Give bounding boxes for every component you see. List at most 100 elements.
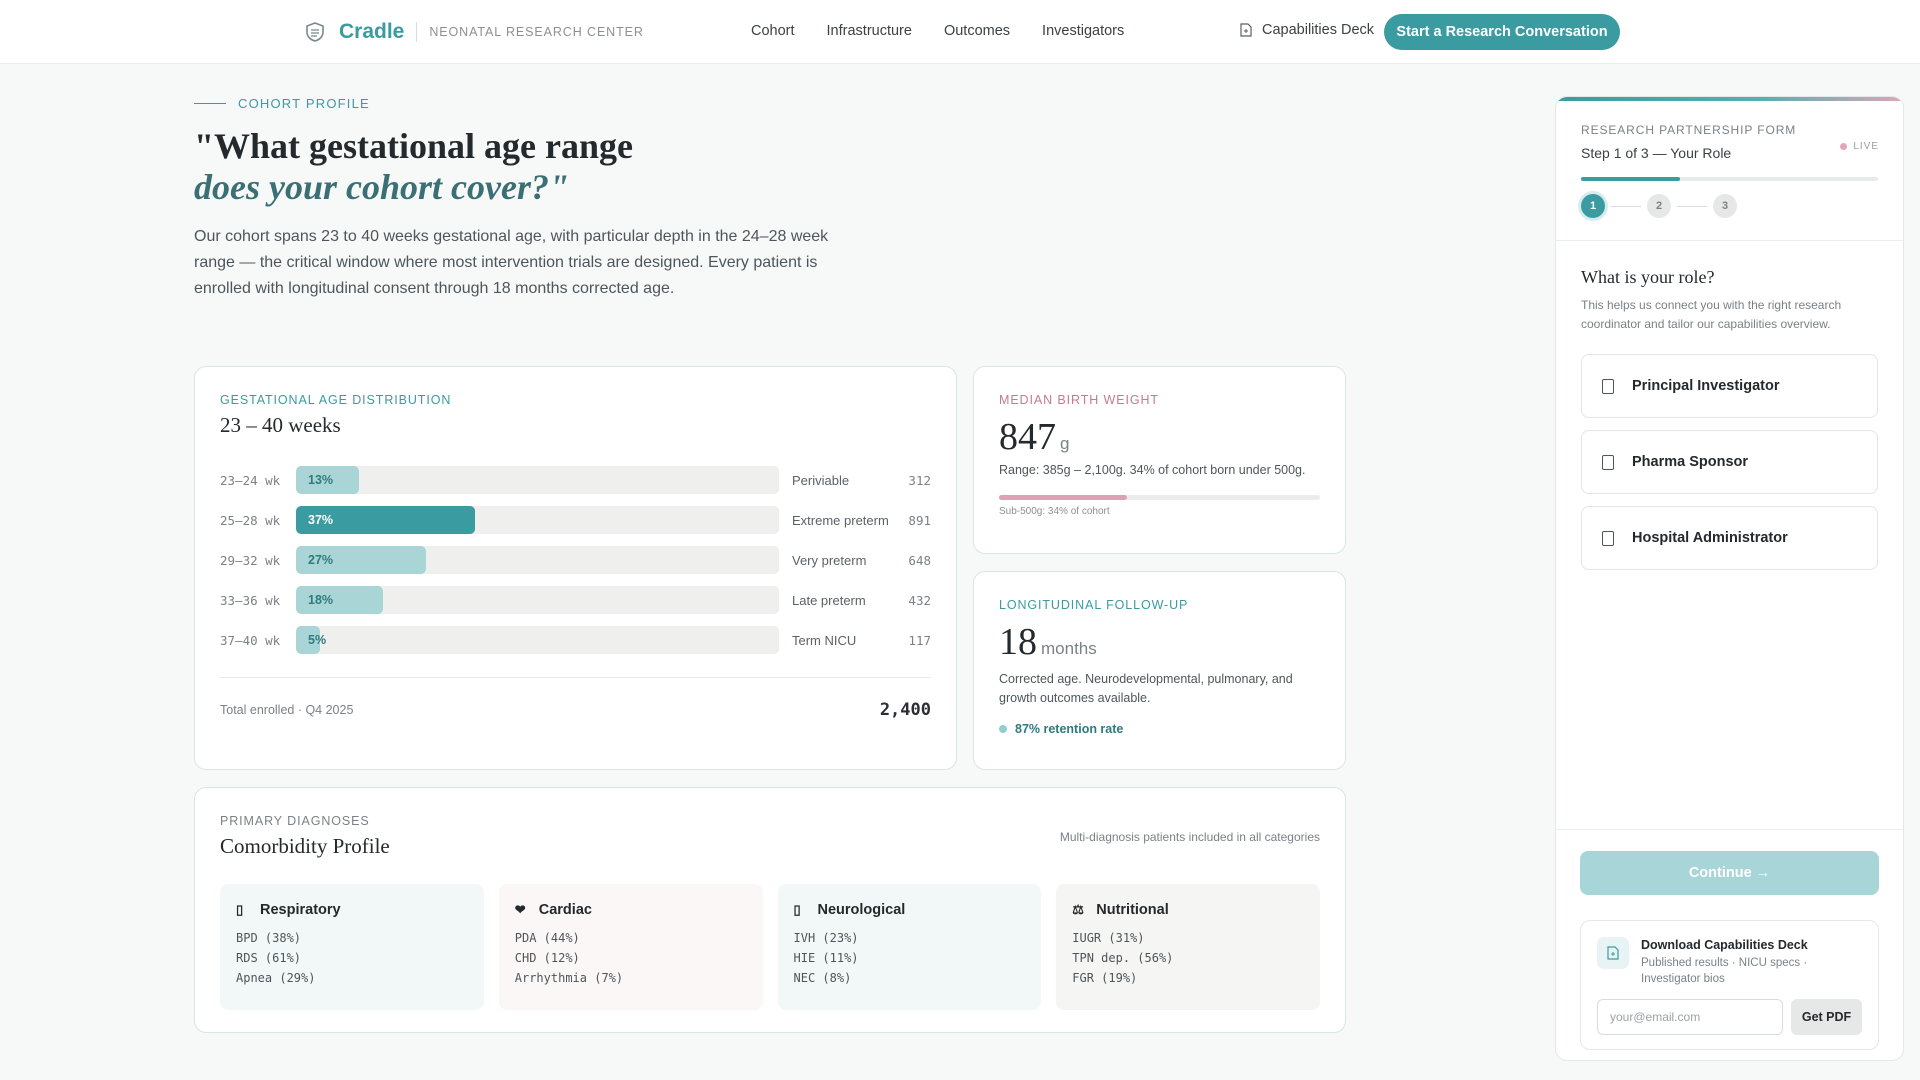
patient-count: 312 bbox=[908, 472, 931, 488]
pdf-document-icon bbox=[1597, 937, 1629, 969]
eyebrow-rule bbox=[194, 103, 226, 104]
capabilities-deck-link[interactable]: Capabilities Deck bbox=[1240, 22, 1374, 38]
distribution-bar-track: 18% bbox=[296, 586, 779, 614]
start-conversation-button[interactable]: Start a Research Conversation bbox=[1384, 14, 1620, 50]
distribution-row: 33–36 wk 18% Late preterm 432 bbox=[220, 580, 931, 620]
distribution-bar: 18% bbox=[296, 586, 383, 614]
category-label: Extreme preterm bbox=[792, 512, 889, 528]
diagnosis-groups: ▯ Respiratory BPD (38%) RDS (61%) Apnea (29%… bbox=[220, 884, 1320, 1010]
live-dot-icon bbox=[1840, 143, 1848, 150]
week-range-label: 25–28 wk bbox=[220, 512, 281, 528]
download-deck-subtitle: Published results · NICU specs · Investi… bbox=[1641, 957, 1808, 985]
distribution-row: 29–32 wk 27% Very preterm 648 bbox=[220, 540, 931, 580]
distribution-footer: Total enrolled · Q4 2025 2,400 bbox=[220, 677, 931, 720]
email-input[interactable] bbox=[1597, 999, 1783, 1035]
week-range-label: 23–24 wk bbox=[220, 472, 281, 488]
total-enrolled-label: Total enrolled · Q4 2025 bbox=[220, 703, 354, 717]
form-eyebrow: RESEARCH PARTNERSHIP FORM bbox=[1581, 123, 1797, 137]
patient-count: 432 bbox=[908, 592, 931, 608]
form-header: RESEARCH PARTNERSHIP FORM LIVE Step 1 of… bbox=[1556, 101, 1903, 161]
role-question: What is your role? This helps us connect… bbox=[1556, 241, 1903, 334]
diagnosis-group-neurological: ▯ Neurological IVH (23%) HIE (11%) NEC (8%) bbox=[777, 884, 1042, 1010]
role-options: Principal Investigator Pharma Sponsor Ho… bbox=[1556, 334, 1903, 570]
diagnosis-group-header: ❤ Cardiac bbox=[515, 902, 747, 918]
diagnosis-item: FGR (19%) bbox=[1072, 971, 1138, 985]
role-option-principal-investigator[interactable]: Principal Investigator bbox=[1581, 354, 1878, 418]
step-3[interactable]: 3 bbox=[1713, 194, 1737, 218]
step-1[interactable]: 1 bbox=[1581, 194, 1605, 218]
diagnosis-group-name: Cardiac bbox=[538, 902, 592, 918]
sub500-bar-fill bbox=[999, 495, 1128, 500]
diagnosis-list: IVH (23%) HIE (11%) NEC (8%) bbox=[794, 928, 1026, 988]
role-option-pharma-sponsor[interactable]: Pharma Sponsor bbox=[1581, 430, 1878, 494]
retention-badge: 87% retention rate bbox=[999, 722, 1320, 736]
diagnosis-group-name: Nutritional bbox=[1096, 902, 1169, 918]
diagnosis-group-name: Respiratory bbox=[260, 902, 341, 918]
step-connector bbox=[1677, 205, 1707, 207]
partnership-form-panel: RESEARCH PARTNERSHIP FORM LIVE Step 1 of… bbox=[1555, 96, 1904, 1061]
role-option-label: Principal Investigator bbox=[1632, 378, 1780, 394]
diagnosis-group-header: ▯ Neurological bbox=[794, 902, 1026, 918]
diagnosis-item: Arrhythmia (7%) bbox=[514, 971, 624, 985]
diagnosis-group-name: Neurological bbox=[817, 902, 906, 918]
nav-link-infrastructure[interactable]: Infrastructure bbox=[827, 23, 912, 39]
followup-description: Corrected age. Neurodevelopmental, pulmo… bbox=[999, 672, 1293, 705]
distribution-bar: 27% bbox=[296, 546, 427, 574]
diagnosis-item: HIE (11%) bbox=[793, 951, 859, 965]
form-step-label: Step 1 of 3 — Your Role bbox=[1581, 145, 1732, 161]
brand-name: Cradle bbox=[339, 20, 405, 43]
diagnosis-item: RDS (61%) bbox=[236, 951, 302, 965]
role-question-description: This helps us connect you with the right… bbox=[1581, 298, 1842, 331]
hero-description: Our cohort spans 23 to 40 weeks gestatio… bbox=[194, 228, 829, 297]
checkbox-icon bbox=[1602, 454, 1614, 470]
diagnosis-item: CHD (12%) bbox=[514, 951, 580, 965]
diagnosis-item: NEC (8%) bbox=[793, 971, 852, 985]
followup-eyebrow: LONGITUDINAL FOLLOW-UP bbox=[999, 598, 1189, 612]
diagnoses-note: Multi-diagnosis patients included in all… bbox=[1059, 830, 1320, 844]
diagnosis-group-cardiac: ❤ Cardiac PDA (44%) CHD (12%) Arrhythmia (7%… bbox=[498, 884, 763, 1010]
role-option-label: Hospital Administrator bbox=[1632, 530, 1788, 546]
retention-label: 87% retention rate bbox=[1015, 722, 1124, 736]
birth-weight-number: 847 bbox=[999, 416, 1056, 458]
nav-link-outcomes[interactable]: Outcomes bbox=[944, 23, 1010, 39]
role-option-hospital-administrator[interactable]: Hospital Administrator bbox=[1581, 506, 1878, 570]
retention-dot-icon bbox=[999, 725, 1007, 733]
distribution-row: 23–24 wk 13% Periviable 312 bbox=[220, 460, 931, 500]
diagnosis-group-header: ⚖ Nutritional bbox=[1072, 902, 1304, 918]
brand-divider bbox=[416, 22, 418, 42]
nav-links: Cohort Infrastructure Outcomes Investiga… bbox=[751, 23, 1124, 39]
download-deck-title: Download Capabilities Deck bbox=[1641, 938, 1808, 952]
live-badge: LIVE bbox=[1840, 141, 1879, 152]
followup-unit: months bbox=[1041, 639, 1097, 658]
download-form: Get PDF bbox=[1597, 999, 1862, 1035]
checkbox-icon bbox=[1602, 530, 1614, 546]
nav-link-investigators[interactable]: Investigators bbox=[1042, 23, 1124, 39]
week-range-label: 33–36 wk bbox=[220, 592, 281, 608]
top-nav: Cradle NEONATAL RESEARCH CENTER Cohort I… bbox=[0, 0, 1920, 64]
heart-icon: ❤ bbox=[514, 902, 526, 917]
nav-link-cohort[interactable]: Cohort bbox=[751, 23, 795, 39]
followup-card: LONGITUDINAL FOLLOW-UP 18 months Correcte… bbox=[973, 571, 1346, 770]
distribution-row: 37–40 wk 5% Term NICU 117 bbox=[220, 620, 931, 660]
brain-icon: ▯ bbox=[793, 902, 801, 917]
birth-weight-range: Range: 385g – 2,100g. 34% of cohort born… bbox=[999, 463, 1306, 477]
distribution-title: 23 – 40 weeks bbox=[220, 413, 341, 437]
diagnosis-item: IVH (23%) bbox=[793, 931, 859, 945]
diagnosis-list: PDA (44%) CHD (12%) Arrhythmia (7%) bbox=[515, 928, 747, 988]
step-2[interactable]: 2 bbox=[1647, 194, 1671, 218]
diagnosis-item: Apnea (29%) bbox=[236, 971, 316, 985]
form-progress-bar bbox=[1581, 177, 1878, 181]
brand[interactable]: Cradle NEONATAL RESEARCH CENTER bbox=[305, 20, 644, 44]
diagnosis-group-nutritional: ⚖ Nutritional IUGR (31%) TPN dep. (56%) FGR … bbox=[1056, 884, 1320, 1010]
get-pdf-button[interactable]: Get PDF bbox=[1791, 999, 1862, 1035]
birth-weight-card: MEDIAN BIRTH WEIGHT 847 g Range: 385g – 2… bbox=[973, 366, 1346, 554]
gestational-age-card: GESTATIONAL AGE DISTRIBUTION 23 – 40 wee… bbox=[194, 366, 957, 770]
download-deck-header: Download Capabilities Deck Published res… bbox=[1597, 937, 1862, 987]
category-label: Periviable bbox=[792, 472, 850, 488]
hero-eyebrow-label: COHORT PROFILE bbox=[238, 96, 370, 111]
patient-count: 648 bbox=[908, 552, 931, 568]
lungs-icon: ▯ bbox=[236, 902, 244, 917]
distribution-bar-track: 27% bbox=[296, 546, 779, 574]
distribution-row: 25–28 wk 37% Extreme preterm 891 bbox=[220, 500, 931, 540]
continue-button[interactable]: Continue → bbox=[1580, 851, 1879, 895]
